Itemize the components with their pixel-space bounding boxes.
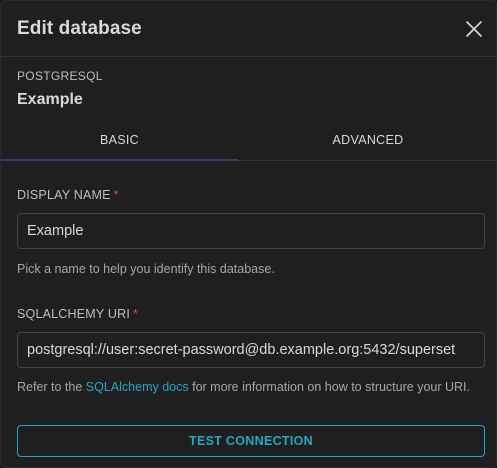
display-name-label: DISPLAY NAME *	[17, 188, 119, 202]
sqlalchemy-docs-link[interactable]: SQLAlchemy docs	[86, 380, 189, 394]
tab-advanced[interactable]: ADVANCED	[238, 121, 496, 160]
tab-basic[interactable]: BASIC	[1, 121, 238, 160]
required-marker: *	[133, 307, 139, 321]
sqlalchemy-uri-helper: Refer to the SQLAlchemy docs for more in…	[17, 380, 470, 394]
display-name-input[interactable]	[17, 213, 485, 249]
display-name-helper: Pick a name to help you identify this da…	[17, 262, 275, 276]
database-header: POSTGRESQL Example	[1, 57, 496, 121]
sqlalchemy-uri-label-text: SQLALCHEMY URI	[17, 307, 131, 321]
helper-suffix: for more information on how to structure…	[188, 380, 470, 394]
close-icon	[466, 21, 482, 37]
edit-database-modal: Edit database POSTGRESQL Example BASIC A…	[0, 0, 497, 468]
display-name-label-text: DISPLAY NAME	[17, 188, 111, 202]
modal-title: Edit database	[17, 18, 142, 39]
sqlalchemy-uri-label: SQLALCHEMY URI *	[17, 307, 138, 321]
active-tab-indicator	[1, 159, 238, 161]
required-marker: *	[113, 188, 119, 202]
database-type: POSTGRESQL	[17, 69, 103, 83]
sqlalchemy-uri-input[interactable]	[17, 332, 485, 368]
test-connection-button[interactable]: TEST CONNECTION	[17, 425, 485, 457]
modal-header: Edit database	[1, 1, 496, 57]
close-button[interactable]	[462, 17, 486, 41]
tab-bar: BASIC ADVANCED	[1, 121, 496, 161]
database-name: Example	[17, 91, 83, 108]
helper-prefix: Refer to the	[17, 380, 86, 394]
